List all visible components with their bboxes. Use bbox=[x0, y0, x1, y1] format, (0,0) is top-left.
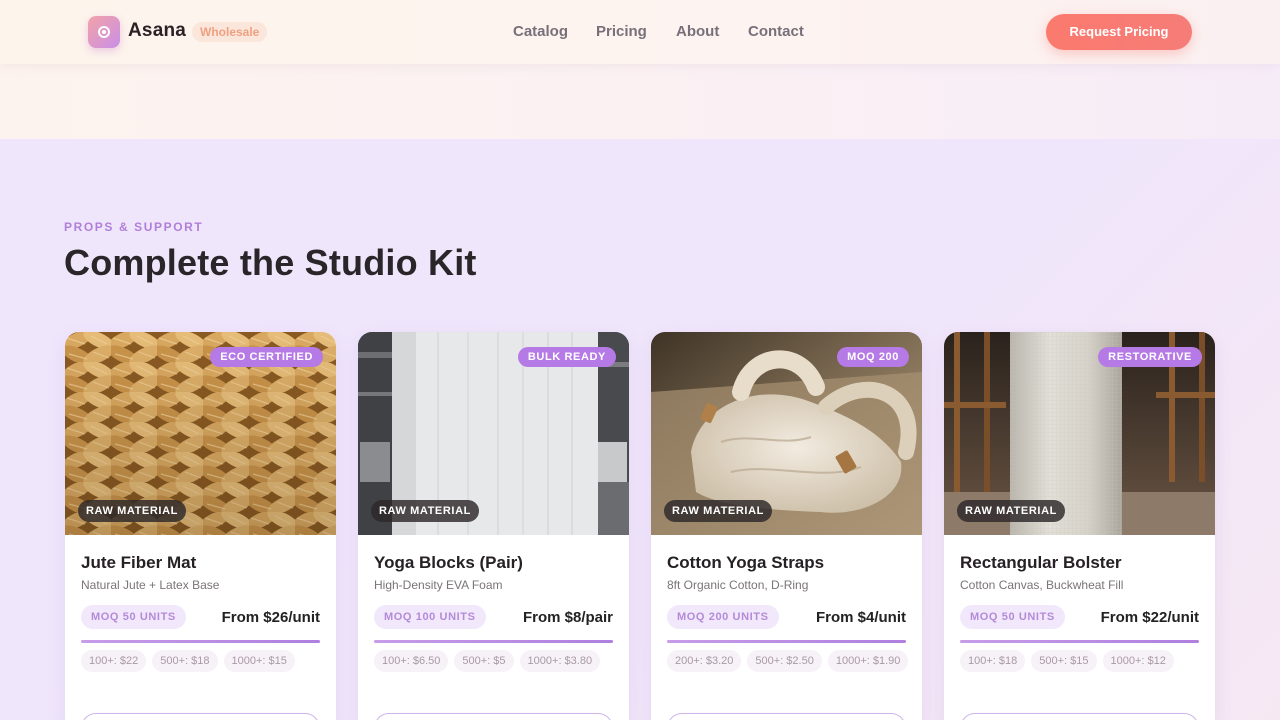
price-tiers: 100+: $6.50 500+: $5 1000+: $3.80 bbox=[374, 650, 619, 672]
card-action-button[interactable] bbox=[374, 713, 613, 720]
price-tier: 100+: $18 bbox=[960, 650, 1026, 672]
tier-divider bbox=[667, 640, 906, 643]
wholesale-badge: Wholesale bbox=[192, 22, 268, 42]
tier-divider bbox=[960, 640, 1199, 643]
product-image-jute-mat: ECO CERTIFIED RAW MATERIAL bbox=[65, 332, 336, 535]
section-title: Complete the Studio Kit bbox=[64, 242, 477, 283]
moq-badge: MOQ 50 UNITS bbox=[960, 605, 1065, 629]
product-card-yoga-blocks[interactable]: BULK READY RAW MATERIAL Yoga Blocks (Pai… bbox=[358, 332, 629, 720]
product-spec: High-Density EVA Foam bbox=[374, 578, 503, 592]
product-name[interactable]: Cotton Yoga Straps bbox=[667, 553, 824, 573]
product-spec: Cotton Canvas, Buckwheat Fill bbox=[960, 578, 1124, 592]
product-price: From $8/pair bbox=[522, 609, 613, 626]
moq-badge: MOQ 50 UNITS bbox=[81, 605, 186, 629]
product-name[interactable]: Rectangular Bolster bbox=[960, 553, 1122, 573]
product-image-cotton-straps: MOQ 200 RAW MATERIAL bbox=[651, 332, 922, 535]
nav-contact[interactable]: Contact bbox=[748, 23, 804, 40]
product-spec: 8ft Organic Cotton, D-Ring bbox=[667, 578, 809, 592]
restorative-tag: RESTORATIVE bbox=[1098, 347, 1202, 367]
product-card-cotton-straps[interactable]: MOQ 200 RAW MATERIAL Cotton Yoga Straps … bbox=[651, 332, 922, 720]
price-tier: 500+: $5 bbox=[454, 650, 514, 672]
tier-divider bbox=[81, 640, 320, 643]
raw-material-tag: RAW MATERIAL bbox=[371, 500, 479, 522]
product-name[interactable]: Jute Fiber Mat bbox=[81, 553, 196, 573]
logo-icon[interactable] bbox=[88, 16, 120, 48]
moq-200-tag: MOQ 200 bbox=[837, 347, 909, 367]
product-card-jute-mat[interactable]: ECO CERTIFIED RAW MATERIAL Jute Fiber Ma… bbox=[65, 332, 336, 720]
product-price: From $22/unit bbox=[1100, 609, 1199, 626]
product-spec: Natural Jute + Latex Base bbox=[81, 578, 220, 592]
raw-material-tag: RAW MATERIAL bbox=[664, 500, 772, 522]
price-tier: 100+: $6.50 bbox=[374, 650, 449, 672]
bulk-ready-tag: BULK READY bbox=[517, 347, 616, 367]
nav-about[interactable]: About bbox=[676, 23, 719, 40]
price-tier: 1000+: $15 bbox=[223, 650, 295, 672]
price-tier: 500+: $2.50 bbox=[747, 650, 822, 672]
product-image-bolster: RESTORATIVE RAW MATERIAL bbox=[944, 332, 1215, 535]
price-tiers: 200+: $3.20 500+: $2.50 1000+: $1.90 bbox=[667, 650, 912, 672]
card-action-button[interactable] bbox=[667, 713, 906, 720]
nav-pricing[interactable]: Pricing bbox=[596, 23, 647, 40]
price-tier: 1000+: $3.80 bbox=[519, 650, 601, 672]
request-pricing-button[interactable]: Request Pricing bbox=[1046, 14, 1192, 50]
product-name[interactable]: Yoga Blocks (Pair) bbox=[374, 553, 523, 573]
card-action-button[interactable] bbox=[81, 713, 320, 720]
card-action-button[interactable] bbox=[960, 713, 1199, 720]
raw-material-tag: RAW MATERIAL bbox=[957, 500, 1065, 522]
section-eyebrow: PROPS & SUPPORT bbox=[64, 220, 204, 234]
price-tier: 1000+: $12 bbox=[1102, 650, 1174, 672]
price-tiers: 100+: $22 500+: $18 1000+: $15 bbox=[81, 650, 326, 672]
price-tier: 1000+: $1.90 bbox=[827, 650, 909, 672]
product-price: From $4/unit bbox=[815, 609, 906, 626]
price-tier: 500+: $15 bbox=[1031, 650, 1097, 672]
price-tier: 200+: $3.20 bbox=[667, 650, 742, 672]
tier-divider bbox=[374, 640, 613, 643]
product-card-bolster[interactable]: RESTORATIVE RAW MATERIAL Rectangular Bol… bbox=[944, 332, 1215, 720]
moq-badge: MOQ 200 UNITS bbox=[667, 605, 779, 629]
moq-badge: MOQ 100 UNITS bbox=[374, 605, 486, 629]
brand-name[interactable]: Asana bbox=[128, 20, 186, 42]
eco-certified-tag: ECO CERTIFIED bbox=[210, 347, 323, 367]
raw-material-tag: RAW MATERIAL bbox=[78, 500, 186, 522]
site-header: Asana Wholesale Catalog Pricing About Co… bbox=[0, 0, 1280, 64]
price-tier: 500+: $18 bbox=[152, 650, 218, 672]
product-image-yoga-blocks: BULK READY RAW MATERIAL bbox=[358, 332, 629, 535]
product-price: From $26/unit bbox=[221, 609, 320, 626]
price-tier: 100+: $22 bbox=[81, 650, 147, 672]
price-tiers: 100+: $18 500+: $15 1000+: $12 bbox=[960, 650, 1205, 672]
nav-catalog[interactable]: Catalog bbox=[513, 23, 568, 40]
